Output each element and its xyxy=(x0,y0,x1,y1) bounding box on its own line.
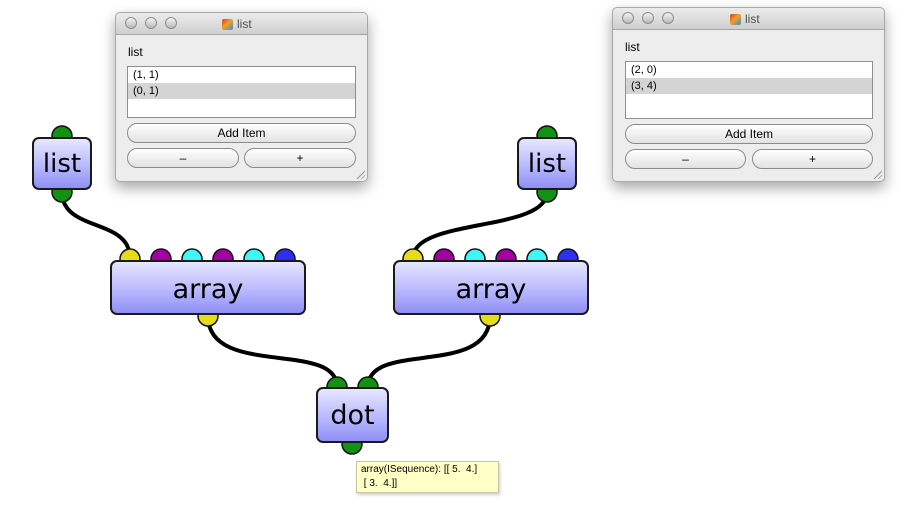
window-title: list xyxy=(730,12,760,26)
wire-list-left-to-array xyxy=(60,191,132,259)
window-titlebar[interactable]: list xyxy=(613,8,884,30)
resize-grip-icon[interactable] xyxy=(872,169,882,179)
list-label: list xyxy=(625,40,640,54)
close-window-button[interactable] xyxy=(125,17,137,29)
app-logo-icon xyxy=(222,18,233,30)
add-item-button[interactable]: Add Item xyxy=(625,124,873,144)
list-item[interactable]: (2, 0) xyxy=(626,62,872,78)
window-title: list xyxy=(222,17,252,31)
dot-node[interactable]: dot xyxy=(316,387,389,443)
array-node-right-label: array xyxy=(455,274,527,305)
close-window-button[interactable] xyxy=(622,12,634,24)
list-window-right: list list (2, 0) (3, 4) Add Item – + xyxy=(612,7,885,182)
tooltip-line-2: [ 3. 4.]] xyxy=(361,478,398,489)
zoom-window-button[interactable] xyxy=(165,17,177,29)
list-node-right-label: list xyxy=(527,148,567,179)
remove-item-button[interactable]: – xyxy=(127,148,239,168)
increment-button[interactable]: + xyxy=(244,148,356,168)
list-label: list xyxy=(128,45,143,59)
window-title-text: list xyxy=(745,12,760,26)
list-node-left[interactable]: list xyxy=(32,137,92,190)
item-listbox[interactable]: (1, 1) (0, 1) xyxy=(127,66,356,118)
increment-button[interactable]: + xyxy=(752,149,873,169)
list-item-selected[interactable]: (0, 1) xyxy=(128,83,355,99)
resize-grip-icon[interactable] xyxy=(355,169,365,179)
minimize-window-button[interactable] xyxy=(642,12,654,24)
minimize-window-button[interactable] xyxy=(145,17,157,29)
window-titlebar[interactable]: list xyxy=(116,13,367,35)
list-item-selected[interactable]: (3, 4) xyxy=(626,78,872,94)
list-window-left: list list (1, 1) (0, 1) Add Item – + xyxy=(115,12,368,182)
array-node-right[interactable]: array xyxy=(393,260,589,315)
list-item[interactable]: (1, 1) xyxy=(128,67,355,83)
array-node-left[interactable]: array xyxy=(110,260,306,315)
value-tooltip: array(ISequence): [[ 5. 4.] [ 3. 4.]] xyxy=(356,461,499,493)
remove-item-button[interactable]: – xyxy=(625,149,746,169)
wire-array-right-to-dot xyxy=(366,315,492,388)
window-title-text: list xyxy=(237,17,252,31)
array-node-left-label: array xyxy=(172,274,244,305)
list-node-right[interactable]: list xyxy=(517,137,577,190)
list-node-left-label: list xyxy=(42,148,82,179)
wire-list-right-to-array xyxy=(411,191,549,259)
wire-array-left-to-dot xyxy=(206,315,339,388)
item-listbox[interactable]: (2, 0) (3, 4) xyxy=(625,61,873,119)
tooltip-line-1: array(ISequence): [[ 5. 4.] xyxy=(361,464,478,475)
add-item-button[interactable]: Add Item xyxy=(127,123,356,143)
app-logo-icon xyxy=(730,13,741,25)
zoom-window-button[interactable] xyxy=(662,12,674,24)
dot-node-label: dot xyxy=(330,399,375,431)
